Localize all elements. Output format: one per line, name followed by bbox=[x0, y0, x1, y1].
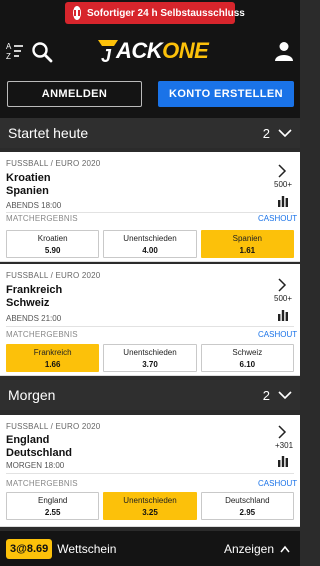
chevron-right-icon[interactable] bbox=[277, 425, 287, 439]
odds-button-draw[interactable]: Unentschieden 3.25 bbox=[103, 492, 197, 520]
odds-button-away[interactable]: Spanien 1.61 bbox=[200, 230, 294, 258]
odds-button-home[interactable]: Frankreich 1.66 bbox=[6, 344, 100, 372]
odds-label: England bbox=[37, 495, 68, 505]
auth-bar: ANMELDEN KONTO ERSTELLEN bbox=[0, 73, 300, 121]
odds-value: 4.00 bbox=[142, 245, 158, 255]
betslip-show-button[interactable]: Anzeigen bbox=[224, 542, 274, 556]
odds-button-home[interactable]: England 2.55 bbox=[6, 492, 100, 520]
sort-az-icon[interactable]: A Z bbox=[6, 41, 24, 61]
odds-label: Schweiz bbox=[232, 347, 263, 357]
chevron-right-icon[interactable] bbox=[277, 164, 287, 178]
odds-button-draw[interactable]: Unentschieden 4.00 bbox=[103, 230, 197, 258]
section-title: Morgen bbox=[8, 387, 56, 403]
odds-value: 5.90 bbox=[44, 245, 61, 255]
divider bbox=[6, 473, 294, 474]
jackone-logo[interactable]: J ACKONE bbox=[96, 37, 209, 65]
match-time: ABENDS 21:00 bbox=[6, 314, 62, 323]
match-away-team: Spanien bbox=[6, 185, 49, 197]
cashout-badge: CASHOUT bbox=[258, 330, 298, 339]
chevron-right-icon[interactable] bbox=[277, 278, 287, 292]
stats-icon[interactable] bbox=[277, 195, 289, 207]
odds-label: Frankreich bbox=[33, 347, 72, 357]
odds-value: 6.10 bbox=[239, 359, 256, 369]
odds-label: Spanien bbox=[232, 233, 262, 243]
self-exclusion-label: Sofortiger 24 h Selbstausschluss bbox=[87, 7, 245, 19]
match-league: FUSSBALL / EURO 2020 bbox=[6, 159, 101, 168]
section-count: 2 bbox=[262, 387, 270, 403]
self-exclusion-bar: Sofortiger 24 h Selbstausschluss bbox=[0, 0, 300, 28]
login-button[interactable]: ANMELDEN bbox=[7, 81, 142, 107]
register-button[interactable]: KONTO ERSTELLEN bbox=[158, 81, 294, 107]
betslip-bar[interactable]: 3@8.69 Wettschein Anzeigen bbox=[0, 531, 300, 566]
match-away-team: Schweiz bbox=[6, 297, 50, 309]
match-time: MORGEN 18:00 bbox=[6, 461, 65, 470]
betslip-label: Wettschein bbox=[57, 541, 117, 556]
logo-text-ack: ACK bbox=[116, 38, 163, 63]
match-away-team: Deutschland bbox=[6, 447, 73, 459]
match-card[interactable]: FUSSBALL / EURO 2020 England Deutschland… bbox=[0, 415, 300, 527]
market-name: MATCHERGEBNIS bbox=[6, 214, 78, 223]
svg-text:A: A bbox=[6, 42, 12, 51]
market-name: MATCHERGEBNIS bbox=[6, 330, 78, 339]
match-league: FUSSBALL / EURO 2020 bbox=[6, 422, 101, 431]
section-title: Startet heute bbox=[8, 125, 89, 141]
section-today[interactable]: Startet heute 2 bbox=[0, 118, 300, 148]
odds-label: Kroatien bbox=[37, 233, 68, 243]
match-card[interactable]: FUSSBALL / EURO 2020 Frankreich Schweiz … bbox=[0, 264, 300, 376]
betslip-badge: 3@8.69 bbox=[6, 538, 53, 559]
match-league: FUSSBALL / EURO 2020 bbox=[6, 271, 101, 280]
user-icon[interactable] bbox=[274, 41, 294, 61]
cashout-badge: CASHOUT bbox=[258, 479, 298, 488]
logo-letter-j: J bbox=[101, 46, 112, 64]
divider bbox=[6, 212, 294, 213]
section-count: 2 bbox=[262, 125, 270, 141]
logo-text: ACKONE bbox=[116, 38, 209, 64]
odds-value: 1.66 bbox=[44, 359, 61, 369]
more-markets-count[interactable]: 500+ bbox=[274, 294, 292, 303]
more-markets-count[interactable]: +301 bbox=[275, 441, 293, 450]
divider bbox=[6, 326, 294, 327]
odds-value: 1.61 bbox=[239, 245, 256, 255]
odds-label: Deutschland bbox=[225, 495, 270, 505]
odds-value: 2.55 bbox=[44, 507, 61, 517]
section-tomorrow[interactable]: Morgen 2 bbox=[0, 380, 300, 410]
chevron-down-icon[interactable] bbox=[278, 390, 292, 400]
odds-label: Unentschieden bbox=[123, 495, 177, 505]
match-time: ABENDS 18:00 bbox=[6, 201, 62, 210]
match-home-team: Frankreich bbox=[6, 284, 63, 296]
odds-row: England 2.55 Unentschieden 3.25 Deutschlan… bbox=[6, 492, 294, 520]
odds-row: Kroatien 5.90 Unentschieden 4.00 Spanien 1.… bbox=[6, 230, 294, 258]
odds-button-home[interactable]: Kroatien 5.90 bbox=[6, 230, 100, 258]
odds-label: Unentschieden bbox=[123, 347, 177, 357]
odds-value: 3.25 bbox=[142, 507, 158, 517]
odds-value: 2.95 bbox=[239, 507, 256, 517]
svg-text:Z: Z bbox=[6, 52, 11, 61]
cashout-badge: CASHOUT bbox=[258, 214, 298, 223]
pause-icon bbox=[73, 6, 81, 20]
odds-value: 3.70 bbox=[142, 359, 158, 369]
stats-icon[interactable] bbox=[277, 455, 289, 467]
odds-button-away[interactable]: Deutschland 2.95 bbox=[200, 492, 294, 520]
chevron-down-icon[interactable] bbox=[278, 128, 292, 138]
market-name: MATCHERGEBNIS bbox=[6, 479, 78, 488]
logo-text-one: ONE bbox=[162, 38, 209, 63]
search-icon[interactable] bbox=[31, 41, 53, 63]
odds-button-draw[interactable]: Unentschieden 3.70 bbox=[103, 344, 197, 372]
match-home-team: Kroatien bbox=[6, 172, 51, 184]
top-header: A Z J ACKONE bbox=[0, 28, 300, 73]
odds-button-away[interactable]: Schweiz 6.10 bbox=[200, 344, 294, 372]
self-exclusion-button[interactable]: Sofortiger 24 h Selbstausschluss bbox=[65, 2, 245, 24]
stats-icon[interactable] bbox=[277, 309, 289, 321]
match-home-team: England bbox=[6, 434, 50, 446]
match-card[interactable]: FUSSBALL / EURO 2020 Kroatien Spanien AB… bbox=[0, 152, 300, 262]
odds-label: Unentschieden bbox=[123, 233, 177, 243]
more-markets-count[interactable]: 500+ bbox=[274, 180, 292, 189]
chevron-up-icon[interactable] bbox=[280, 545, 290, 553]
odds-row: Frankreich 1.66 Unentschieden 3.70 Schweiz… bbox=[6, 344, 294, 372]
